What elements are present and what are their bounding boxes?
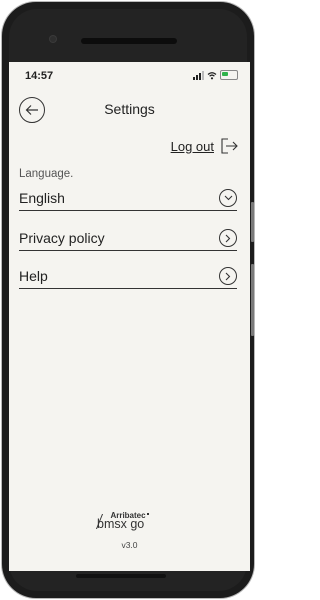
status-bar: 14:57 <box>9 62 250 90</box>
wifi-icon <box>207 71 217 79</box>
speaker <box>81 38 177 44</box>
help-link[interactable]: Help <box>19 266 237 289</box>
chevron-right-icon <box>219 229 237 247</box>
language-select[interactable]: English <box>19 188 237 211</box>
chevron-down-icon <box>219 189 237 207</box>
privacy-policy-label: Privacy policy <box>19 230 105 246</box>
logout-button[interactable]: Log out <box>171 138 238 154</box>
battery-icon <box>220 70 238 80</box>
side-button <box>251 264 254 336</box>
language-value: English <box>19 190 65 206</box>
help-label: Help <box>19 268 48 284</box>
logout-icon <box>221 138 238 154</box>
status-time: 14:57 <box>25 70 54 82</box>
brand-dot <box>146 512 149 515</box>
app-screen: 14:57 Settings Log out Language. English <box>9 62 250 571</box>
status-icons <box>193 70 238 80</box>
home-indicator[interactable] <box>76 574 166 578</box>
logout-label[interactable]: Log out <box>171 139 214 154</box>
product-name: bmsx go <box>97 517 145 531</box>
signal-icon <box>193 70 204 80</box>
app-version: v3.0 <box>121 540 138 550</box>
camera <box>50 36 56 42</box>
page-title: Settings <box>104 101 155 117</box>
language-label: Language. <box>19 168 74 180</box>
side-button <box>251 202 254 242</box>
chevron-right-icon <box>219 267 237 285</box>
privacy-policy-link[interactable]: Privacy policy <box>19 228 237 251</box>
